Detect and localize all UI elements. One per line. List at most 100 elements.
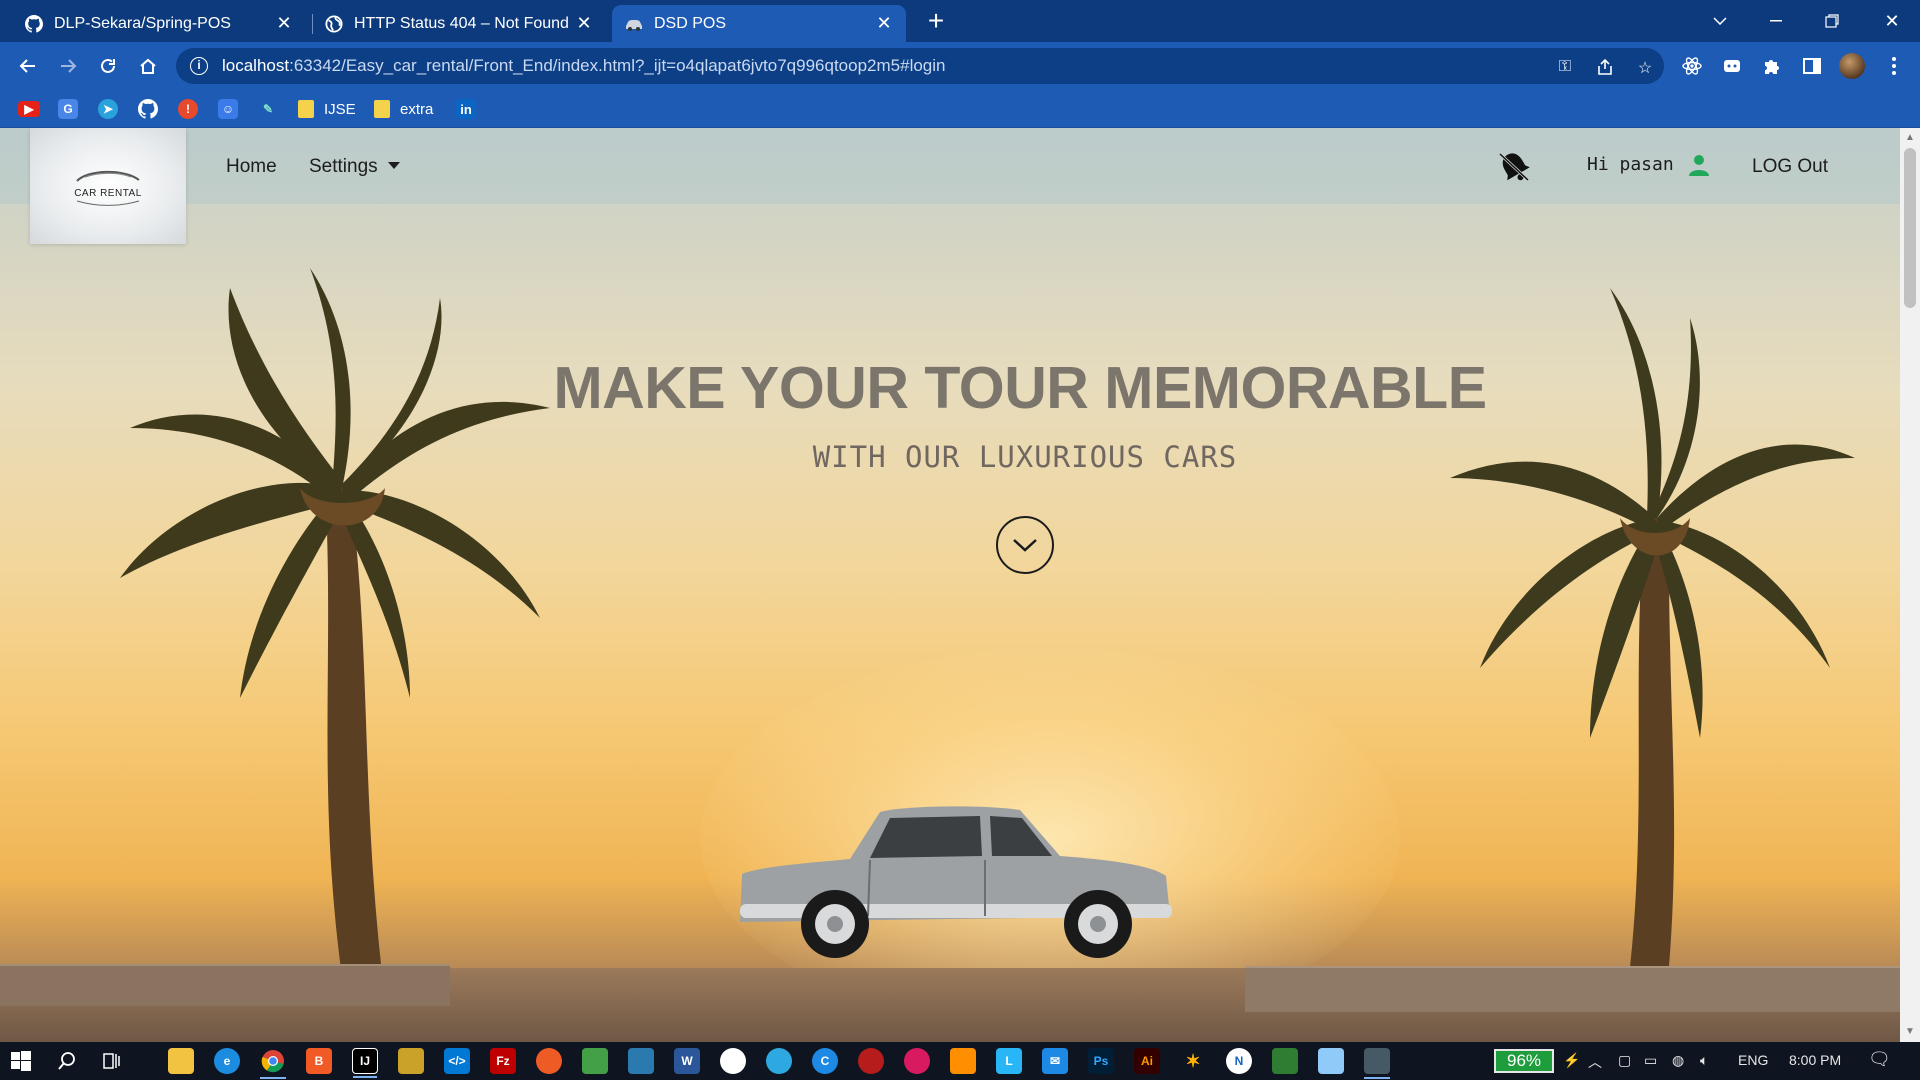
file-explorer-icon[interactable] bbox=[168, 1048, 194, 1074]
close-window-button[interactable]: ✕ bbox=[1864, 0, 1920, 42]
bookmark-telegram[interactable]: ➤ bbox=[98, 98, 118, 120]
app-icon-cube[interactable] bbox=[582, 1048, 608, 1074]
puzzle-extensions-icon[interactable] bbox=[1758, 52, 1786, 80]
battery-indicator[interactable]: 96% bbox=[1494, 1049, 1554, 1073]
tab-dsd-pos[interactable]: DSD POS ✕ bbox=[612, 5, 906, 42]
home-icon[interactable] bbox=[132, 50, 164, 82]
bookmark-star-icon[interactable]: ☆ bbox=[1636, 58, 1654, 77]
profile-avatar[interactable] bbox=[1838, 52, 1866, 80]
app-icon-c[interactable]: C bbox=[812, 1048, 838, 1074]
contacts-icon: ☺ bbox=[218, 99, 238, 119]
app-icon-display[interactable] bbox=[628, 1048, 654, 1074]
bookmark-pencil[interactable]: ✎ bbox=[258, 98, 278, 120]
word-icon[interactable]: W bbox=[674, 1048, 700, 1074]
brave-icon[interactable]: B bbox=[306, 1048, 332, 1074]
menu-kebab-icon[interactable] bbox=[1880, 52, 1908, 80]
illustrator-icon[interactable]: Ai bbox=[1134, 1048, 1160, 1074]
back-icon[interactable] bbox=[12, 50, 44, 82]
minimize-button[interactable] bbox=[1748, 0, 1804, 42]
slack-icon[interactable] bbox=[720, 1048, 746, 1074]
app-icon-l[interactable]: L bbox=[996, 1048, 1022, 1074]
network-globe-icon[interactable]: ◍ bbox=[1672, 1052, 1684, 1069]
tab-spring-pos[interactable]: DLP-Sekara/Spring-POS ✕ bbox=[12, 5, 306, 42]
app-icon-red[interactable] bbox=[858, 1048, 884, 1074]
key-icon[interactable]: ⚿ bbox=[1556, 58, 1574, 76]
app-icon-recorder[interactable] bbox=[904, 1048, 930, 1074]
language-indicator[interactable]: ENG bbox=[1738, 1052, 1768, 1068]
device-icon[interactable]: ▢ bbox=[1618, 1052, 1631, 1069]
notepad-icon[interactable] bbox=[1318, 1048, 1344, 1074]
volume-icon[interactable]: 🔈︎ bbox=[1700, 1052, 1708, 1069]
bookmark-github[interactable] bbox=[138, 98, 158, 120]
vlc-icon[interactable] bbox=[950, 1048, 976, 1074]
bookmark-youtube[interactable]: ▶ bbox=[18, 98, 40, 120]
page-scrollbar[interactable]: ▲ ▼ bbox=[1900, 128, 1920, 1042]
scroll-down-arrow-icon[interactable]: ▼ bbox=[1900, 1026, 1920, 1038]
tray-chevron-up-icon[interactable]: ︿ bbox=[1588, 1052, 1602, 1072]
bell-slash-icon[interactable] bbox=[1496, 148, 1532, 184]
app-icon-n[interactable]: N bbox=[1226, 1048, 1252, 1074]
forward-icon[interactable] bbox=[52, 50, 84, 82]
bookmark-alert[interactable]: ! bbox=[178, 98, 198, 120]
user-greeting: Hi pasan bbox=[1587, 154, 1674, 175]
extension-icon[interactable] bbox=[1718, 52, 1746, 80]
vscode-icon[interactable]: </> bbox=[444, 1048, 470, 1074]
scroll-down-button[interactable] bbox=[996, 516, 1054, 574]
notification-center-icon[interactable]: 🗨︎ bbox=[1868, 1049, 1891, 1070]
palm-tree-left bbox=[120, 268, 550, 998]
scroll-up-arrow-icon[interactable]: ▲ bbox=[1900, 132, 1920, 144]
tab-close-icon[interactable]: ✕ bbox=[874, 13, 894, 34]
tab-close-icon[interactable]: ✕ bbox=[274, 13, 294, 34]
bookmark-contacts[interactable]: ☺ bbox=[218, 98, 238, 120]
filezilla-icon[interactable]: Fz bbox=[490, 1048, 516, 1074]
intellij-icon[interactable]: IJ bbox=[352, 1048, 378, 1078]
chrome-icon[interactable] bbox=[260, 1048, 286, 1079]
share-icon[interactable] bbox=[1596, 58, 1614, 76]
site-info-icon[interactable]: i bbox=[190, 57, 208, 75]
nav-settings-dropdown[interactable]: Settings bbox=[309, 156, 400, 178]
address-bar[interactable]: i localhost:63342/Easy_car_rental/Front_… bbox=[176, 48, 1664, 84]
side-panel-icon[interactable] bbox=[1798, 52, 1826, 80]
photoshop-icon[interactable]: Ps bbox=[1088, 1048, 1114, 1074]
bookmark-folder-extra[interactable]: extra bbox=[374, 98, 433, 120]
pencil-icon: ✎ bbox=[262, 102, 274, 116]
task-view-icon[interactable] bbox=[98, 1048, 124, 1074]
folder-icon bbox=[374, 100, 390, 118]
scrollbar-thumb[interactable] bbox=[1904, 148, 1916, 308]
github-icon bbox=[138, 99, 158, 119]
tab-title: HTTP Status 404 – Not Found bbox=[354, 14, 569, 32]
nav-home-link[interactable]: Home bbox=[226, 156, 277, 178]
tab-close-icon[interactable]: ✕ bbox=[574, 13, 594, 34]
user-icon bbox=[1688, 154, 1710, 176]
browser-toolbar: i localhost:63342/Easy_car_rental/Front_… bbox=[0, 42, 1920, 90]
battery-icon[interactable]: ▭ bbox=[1644, 1052, 1657, 1069]
bookmark-linkedin[interactable]: in bbox=[456, 98, 476, 120]
app-icon-lion[interactable] bbox=[398, 1048, 424, 1074]
tab-http-404[interactable]: HTTP Status 404 – Not Found ✕ bbox=[312, 5, 606, 42]
logout-link[interactable]: LOG Out bbox=[1752, 156, 1828, 178]
app-icon-green[interactable] bbox=[1272, 1048, 1298, 1074]
clock[interactable]: 8:00 PM bbox=[1789, 1052, 1841, 1068]
postman-icon[interactable] bbox=[536, 1048, 562, 1074]
reload-icon[interactable] bbox=[92, 50, 124, 82]
edge-icon[interactable]: e bbox=[214, 1048, 240, 1074]
app-icon-globe[interactable] bbox=[766, 1048, 792, 1074]
windows-taskbar: e B IJ </> Fz W C L ✉ Ps Ai ✶ N 96% ⚡ ︿ … bbox=[0, 1042, 1920, 1080]
mail-icon[interactable]: ✉ bbox=[1042, 1048, 1068, 1074]
tab-search-icon[interactable] bbox=[1692, 0, 1748, 42]
folder-icon bbox=[298, 100, 314, 118]
app-icon-window[interactable] bbox=[1364, 1048, 1390, 1079]
globe-icon bbox=[324, 14, 344, 34]
google-translate-icon: G bbox=[58, 99, 78, 119]
windows-start-icon[interactable] bbox=[8, 1048, 34, 1074]
react-devtools-icon[interactable] bbox=[1678, 52, 1706, 80]
tab-title: DSD POS bbox=[654, 14, 727, 32]
app-icon-cross[interactable]: ✶ bbox=[1180, 1048, 1206, 1074]
restore-button[interactable] bbox=[1804, 0, 1860, 42]
site-navbar: CAR RENTAL Home Settings Hi pasan LOG Ou… bbox=[0, 128, 1900, 244]
bookmark-folder-ijse[interactable]: IJSE bbox=[298, 98, 356, 120]
search-icon[interactable] bbox=[54, 1048, 80, 1074]
new-tab-button[interactable]: + bbox=[922, 7, 950, 36]
bookmark-google-translate[interactable]: G bbox=[58, 98, 78, 120]
car-rental-logo[interactable]: CAR RENTAL bbox=[30, 128, 186, 244]
